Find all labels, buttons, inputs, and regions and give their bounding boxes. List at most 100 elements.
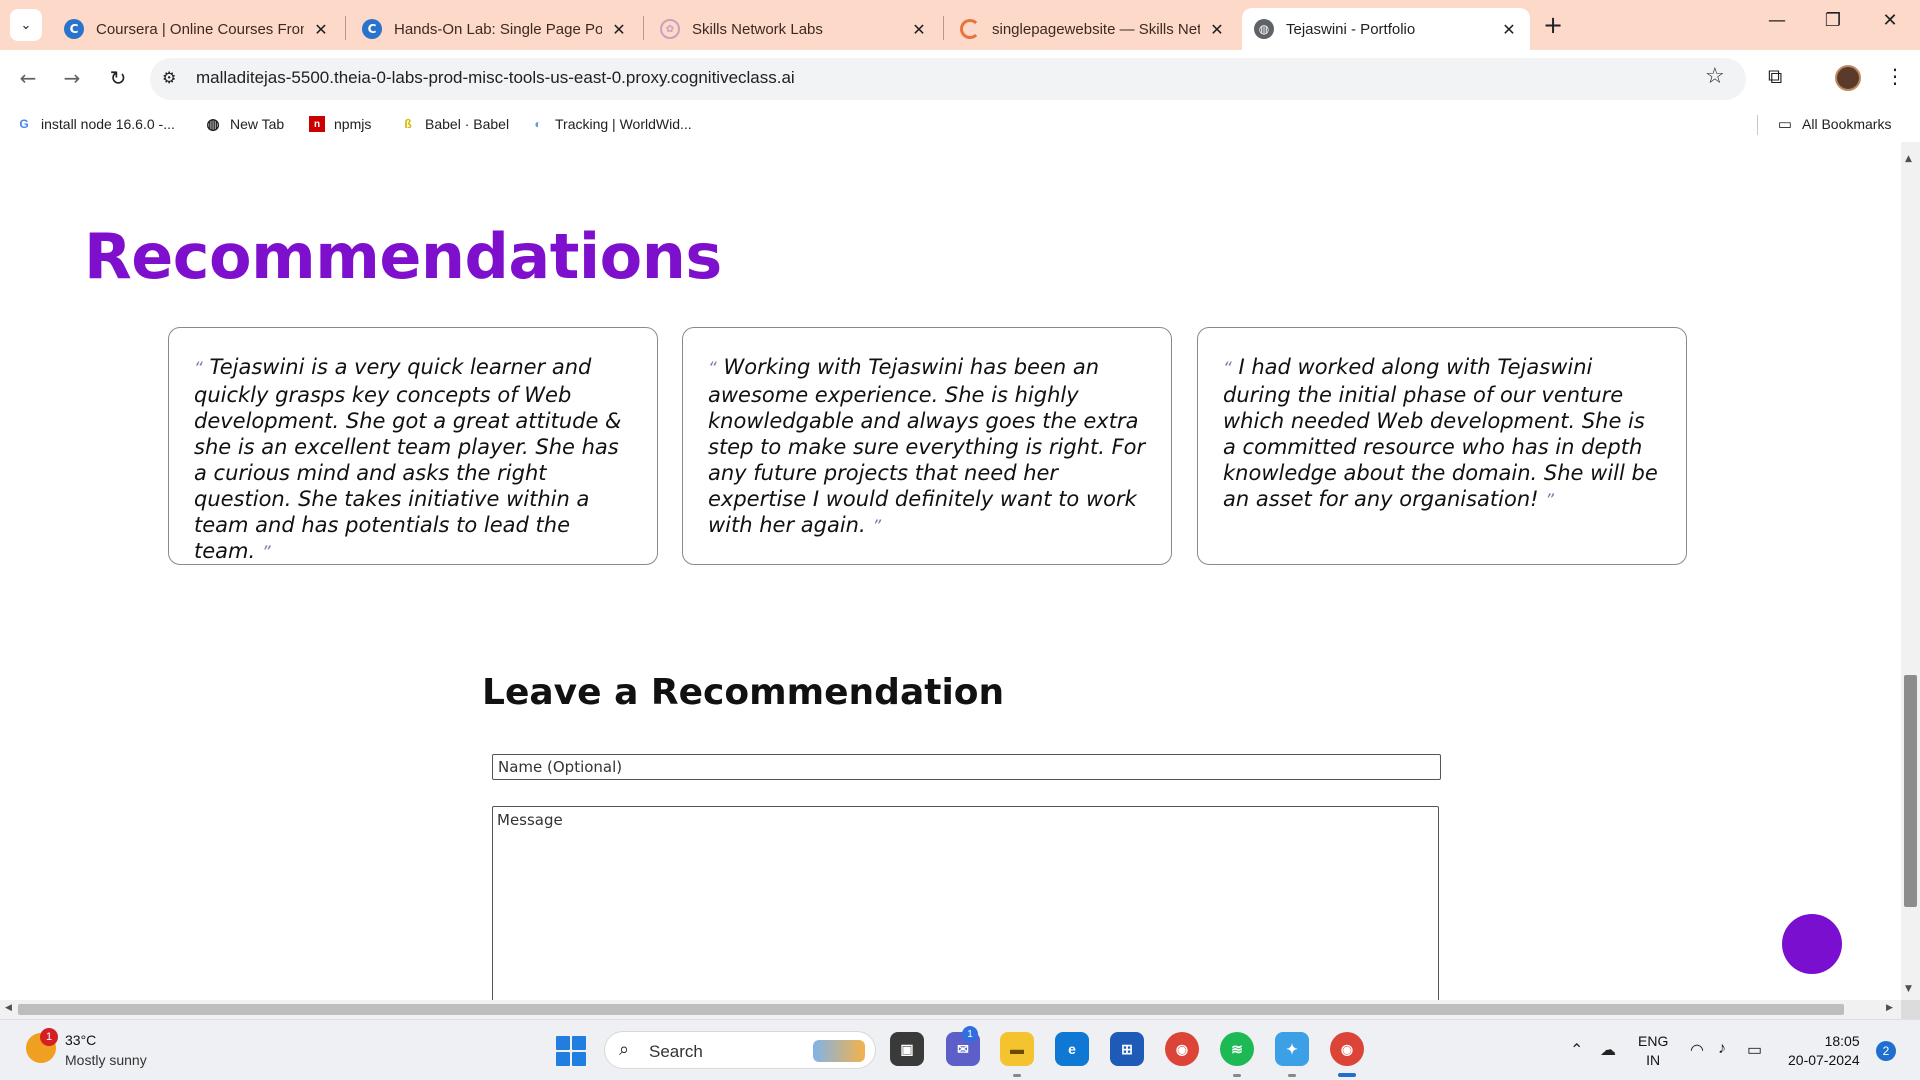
chrome-profile-icon[interactable]: ◉ <box>1330 1032 1364 1066</box>
coursera-icon: C <box>362 19 382 39</box>
close-window-button[interactable]: ✕ <box>1870 10 1910 31</box>
close-icon[interactable]: ✕ <box>312 20 330 39</box>
chrome-icon[interactable]: ◉ <box>1165 1032 1199 1066</box>
site-settings-icon[interactable]: ⚙ <box>162 68 176 87</box>
windows-start-icon[interactable] <box>556 1036 586 1066</box>
recommendation-card: “ I had worked along with Tejaswini duri… <box>1197 327 1687 565</box>
coursera-icon: C <box>64 19 84 39</box>
bookmark-star-icon[interactable]: ☆ <box>1705 64 1725 89</box>
name-input[interactable] <box>492 754 1441 780</box>
bookmark-new-tab[interactable]: ◍ New Tab <box>205 116 285 133</box>
close-icon[interactable]: ✕ <box>910 20 928 39</box>
tab-skills-network-labs[interactable]: ✿ Skills Network Labs ✕ <box>648 8 940 50</box>
floating-action-button[interactable] <box>1782 914 1842 974</box>
minimize-icon: — <box>1768 10 1786 31</box>
bookmark-install-node[interactable]: G install node 16.6.0 -... <box>16 116 175 132</box>
close-icon[interactable]: ✕ <box>610 20 628 39</box>
scroll-up-icon[interactable]: ▲ <box>1905 154 1912 164</box>
recommendation-body: Working with Tejaswini has been an aweso… <box>708 355 1146 537</box>
volume-icon[interactable]: ♪ <box>1718 1040 1726 1058</box>
edge-icon[interactable]: e <box>1055 1032 1089 1066</box>
tab-singlepagewebsite[interactable]: singlepagewebsite — Skills Net ✕ <box>948 8 1238 50</box>
message-input[interactable] <box>492 806 1439 1000</box>
back-button[interactable]: ← <box>14 66 42 90</box>
chevron-up-icon[interactable]: ⌃ <box>1570 1040 1583 1060</box>
close-icon[interactable]: ✕ <box>1208 20 1226 39</box>
new-tab-button[interactable]: + <box>1543 11 1563 39</box>
active-app-indicator <box>1338 1073 1356 1077</box>
google-icon: G <box>19 117 29 131</box>
tab-title: singlepagewebsite — Skills Net <box>992 20 1200 38</box>
onedrive-cloud-icon[interactable]: ☁ <box>1600 1040 1616 1060</box>
url-text[interactable]: malladitejas-5500.theia-0-labs-prod-misc… <box>196 68 795 88</box>
page-viewport: Recommendations “ Tejaswini is a very qu… <box>0 142 1901 1000</box>
tab-divider <box>643 16 644 40</box>
loading-spinner-icon <box>960 19 980 39</box>
bookmark-label: New Tab <box>230 116 285 132</box>
horizontal-scrollbar[interactable]: ◀ ▶ <box>0 1000 1901 1019</box>
microsoft-store-icon[interactable]: ⊞ <box>1110 1032 1144 1066</box>
scroll-right-icon[interactable]: ▶ <box>1886 1003 1893 1013</box>
forward-button[interactable]: → <box>58 66 86 90</box>
bookmarks-bar: G install node 16.6.0 -... ◍ New Tab n n… <box>0 108 1920 142</box>
minimize-button[interactable]: — <box>1757 10 1797 31</box>
bookmark-label: All Bookmarks <box>1802 116 1892 132</box>
tab-coursera[interactable]: C Coursera | Online Courses From ✕ <box>52 8 342 50</box>
taskbar: 1 33°C Mostly sunny ⌕ Search ▣ ✉ 1 ▬ e ⊞… <box>0 1019 1920 1080</box>
clock[interactable]: 18:05 20-07-2024 <box>1788 1032 1860 1070</box>
bookmark-label: install node 16.6.0 -... <box>41 116 175 132</box>
task-view-icon[interactable]: ▣ <box>890 1032 924 1066</box>
recommendation-body: Tejaswini is a very quick learner and qu… <box>194 355 622 563</box>
profile-avatar[interactable] <box>1835 65 1861 91</box>
close-icon[interactable]: ✕ <box>1500 20 1518 39</box>
restore-icon: ❐ <box>1824 10 1842 31</box>
tracking-icon: ◐ <box>534 117 542 131</box>
scrollbar-corner <box>1901 1000 1920 1019</box>
horizontal-scroll-thumb[interactable] <box>18 1004 1844 1015</box>
recommendation-card: “ Working with Tejaswini has been an awe… <box>682 327 1172 565</box>
menu-icon[interactable]: ⋮ <box>1885 64 1905 88</box>
bookmark-label: Tracking | WorldWid... <box>555 116 692 132</box>
all-bookmarks-button[interactable]: ▭ All Bookmarks <box>1777 116 1892 133</box>
vertical-scroll-thumb[interactable] <box>1904 675 1917 907</box>
scroll-down-icon[interactable]: ▼ <box>1905 984 1912 994</box>
extensions-icon[interactable]: ⧉ <box>1768 64 1782 88</box>
globe-icon: ◍ <box>1254 19 1274 39</box>
bookmark-label: npmjs <box>334 116 372 132</box>
taskbar-search[interactable]: ⌕ Search <box>604 1031 876 1069</box>
language-indicator[interactable]: ENG IN <box>1638 1032 1668 1070</box>
tab-search-button[interactable]: ⌄ <box>10 9 42 41</box>
bookmark-babel[interactable]: ß Babel · Babel <box>400 116 509 132</box>
running-indicator <box>1288 1074 1296 1077</box>
close-quote: ” <box>261 543 271 563</box>
spotify-icon[interactable]: ≋ <box>1220 1032 1254 1066</box>
bookmark-npmjs[interactable]: n npmjs <box>309 116 371 132</box>
form-title: Leave a Recommendation <box>482 672 1005 713</box>
plus-icon: + <box>1543 11 1564 39</box>
tab-hands-on-lab[interactable]: C Hands-On Lab: Single Page Por ✕ <box>350 8 640 50</box>
battery-icon[interactable]: ▭ <box>1747 1040 1762 1060</box>
bookmark-tracking[interactable]: ◐ Tracking | WorldWid... <box>530 116 692 132</box>
babel-icon: ß <box>404 117 412 131</box>
date: 20-07-2024 <box>1788 1052 1860 1068</box>
weather-temperature[interactable]: 33°C <box>65 1032 96 1048</box>
globe-icon: ◍ <box>206 116 220 133</box>
search-icon: ⌕ <box>619 1039 630 1059</box>
tab-title: Coursera | Online Courses From <box>96 20 304 38</box>
file-explorer-icon[interactable]: ▬ <box>1000 1032 1034 1066</box>
arrow-left-icon: ← <box>19 66 37 90</box>
scroll-left-icon[interactable]: ◀ <box>5 1003 12 1013</box>
reload-button[interactable]: ↻ <box>104 66 132 90</box>
vertical-scrollbar[interactable]: ▲ ▼ <box>1901 142 1920 1000</box>
open-quote: “ <box>708 359 717 379</box>
notification-badge[interactable]: 2 <box>1876 1041 1896 1061</box>
restore-button[interactable]: ❐ <box>1813 10 1853 31</box>
tab-divider <box>943 16 944 40</box>
region-code: IN <box>1646 1052 1661 1068</box>
wifi-icon[interactable]: ◠ <box>1690 1040 1704 1060</box>
chevron-down-icon: ⌄ <box>20 17 32 33</box>
app-icon[interactable]: ✦ <box>1275 1032 1309 1066</box>
weather-condition[interactable]: Mostly sunny <box>65 1052 147 1068</box>
tab-portfolio[interactable]: ◍ Tejaswini - Portfolio ✕ <box>1242 8 1530 50</box>
running-indicator <box>1233 1074 1241 1077</box>
